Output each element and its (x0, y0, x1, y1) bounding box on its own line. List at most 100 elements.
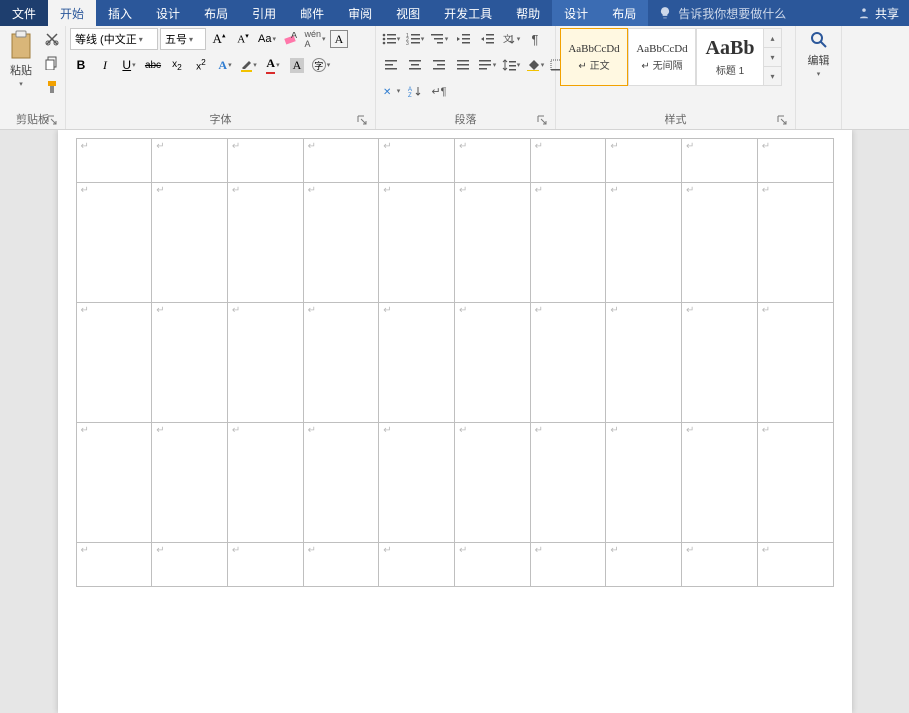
tab-help[interactable]: 帮助 (504, 0, 552, 26)
style-nospacing[interactable]: AaBbCcDd ↵ 无间隔 (628, 28, 696, 86)
table-cell[interactable]: ↵ (606, 303, 682, 423)
snap-to-grid-button[interactable]: ✕ (380, 80, 402, 102)
table-cell[interactable]: ↵ (303, 543, 379, 587)
table-cell[interactable]: ↵ (379, 423, 455, 543)
table-cell[interactable]: ↵ (454, 139, 530, 183)
table-cell[interactable]: ↵ (76, 139, 152, 183)
table-cell[interactable]: ↵ (76, 303, 152, 423)
table-cell[interactable]: ↵ (682, 139, 758, 183)
table-cell[interactable]: ↵ (454, 303, 530, 423)
gallery-row-down[interactable]: ▾ (764, 48, 781, 67)
table-cell[interactable]: ↵ (379, 303, 455, 423)
table-cell[interactable]: ↵ (757, 423, 833, 543)
table-cell[interactable]: ↵ (303, 183, 379, 303)
table-cell[interactable]: ↵ (227, 423, 303, 543)
table-cell[interactable]: ↵ (76, 543, 152, 587)
font-size-dropdown[interactable]: 五号▾ (160, 28, 206, 50)
table-cell[interactable]: ↵ (227, 183, 303, 303)
table-cell[interactable]: ↵ (454, 423, 530, 543)
multilevel-button[interactable] (428, 28, 450, 50)
clipboard-dialog-launcher[interactable] (47, 115, 59, 127)
align-distribute-button[interactable] (476, 54, 498, 76)
table-cell[interactable]: ↵ (682, 183, 758, 303)
show-all-button[interactable]: ↵¶ (428, 80, 450, 102)
tab-table-layout[interactable]: 布局 (600, 0, 648, 26)
show-marks-button[interactable]: ¶ (524, 28, 546, 50)
tab-view[interactable]: 视图 (384, 0, 432, 26)
align-right-button[interactable] (428, 54, 450, 76)
highlight-button[interactable] (238, 54, 260, 76)
font-name-dropdown[interactable]: 等线 (中文正▾ (70, 28, 158, 50)
tab-file[interactable]: 文件 (0, 0, 48, 26)
table-cell[interactable]: ↵ (757, 139, 833, 183)
tab-references[interactable]: 引用 (240, 0, 288, 26)
tab-design[interactable]: 设计 (144, 0, 192, 26)
table-cell[interactable]: ↵ (303, 423, 379, 543)
table-cell[interactable]: ↵ (757, 303, 833, 423)
share-button[interactable]: 共享 (847, 0, 909, 26)
align-center-button[interactable] (404, 54, 426, 76)
grow-font-button[interactable]: A▴ (208, 28, 230, 50)
tab-home[interactable]: 开始 (48, 0, 96, 26)
shrink-font-button[interactable]: A▾ (232, 28, 254, 50)
table-cell[interactable]: ↵ (152, 183, 228, 303)
paste-button[interactable]: 粘贴 ▾ (4, 28, 38, 90)
tab-mail[interactable]: 邮件 (288, 0, 336, 26)
copy-button[interactable] (41, 52, 63, 74)
italic-button[interactable]: I (94, 54, 116, 76)
table-cell[interactable]: ↵ (757, 183, 833, 303)
char-border-button[interactable]: A (328, 28, 350, 50)
document-area[interactable]: ↵↵↵↵↵↵↵↵↵↵↵↵↵↵↵↵↵↵↵↵↵↵↵↵↵↵↵↵↵↵↵↵↵↵↵↵↵↵↵↵… (0, 130, 909, 713)
table-cell[interactable]: ↵ (379, 183, 455, 303)
table-cell[interactable]: ↵ (227, 543, 303, 587)
char-shading-button[interactable]: A (286, 54, 308, 76)
table-cell[interactable]: ↵ (152, 139, 228, 183)
table-cell[interactable]: ↵ (530, 543, 606, 587)
bold-button[interactable]: B (70, 54, 92, 76)
font-color-button[interactable]: A (262, 54, 284, 76)
style-normal[interactable]: AaBbCcDd ↵ 正文 (560, 28, 628, 86)
table-cell[interactable]: ↵ (530, 303, 606, 423)
table-cell[interactable]: ↵ (76, 183, 152, 303)
table-cell[interactable]: ↵ (606, 139, 682, 183)
style-heading1[interactable]: AaBb 标题 1 (696, 28, 764, 86)
bullets-button[interactable] (380, 28, 402, 50)
table-cell[interactable]: ↵ (303, 139, 379, 183)
table-cell[interactable]: ↵ (454, 183, 530, 303)
tab-layout[interactable]: 布局 (192, 0, 240, 26)
table-cell[interactable]: ↵ (227, 139, 303, 183)
paragraph-dialog-launcher[interactable] (537, 115, 549, 127)
clear-formatting-button[interactable]: A (280, 28, 302, 50)
table-cell[interactable]: ↵ (682, 303, 758, 423)
tab-table-design[interactable]: 设计 (552, 0, 600, 26)
align-justify-button[interactable] (452, 54, 474, 76)
align-left-button[interactable] (380, 54, 402, 76)
font-dialog-launcher[interactable] (357, 115, 369, 127)
table-cell[interactable]: ↵ (530, 183, 606, 303)
table-cell[interactable]: ↵ (227, 303, 303, 423)
text-effects-button[interactable]: A (214, 54, 236, 76)
cut-button[interactable] (41, 28, 63, 50)
table-cell[interactable]: ↵ (152, 423, 228, 543)
table-cell[interactable]: ↵ (606, 423, 682, 543)
table-cell[interactable]: ↵ (303, 303, 379, 423)
table-cell[interactable]: ↵ (454, 543, 530, 587)
sort-button[interactable]: AZ (404, 80, 426, 102)
superscript-button[interactable]: x2 (190, 54, 212, 76)
table-cell[interactable]: ↵ (152, 543, 228, 587)
tell-me-search[interactable]: 告诉我你想要做什么 (648, 0, 847, 26)
tab-review[interactable]: 审阅 (336, 0, 384, 26)
table-cell[interactable]: ↵ (606, 183, 682, 303)
line-spacing-button[interactable] (500, 54, 522, 76)
gallery-row-up[interactable]: ▴ (764, 29, 781, 48)
numbering-button[interactable]: 123 (404, 28, 426, 50)
text-direction-button[interactable]: 文 (500, 28, 522, 50)
tab-insert[interactable]: 插入 (96, 0, 144, 26)
phonetic-guide-button[interactable]: wénA (304, 28, 326, 50)
styles-dialog-launcher[interactable] (777, 115, 789, 127)
table-cell[interactable]: ↵ (682, 543, 758, 587)
document-table[interactable]: ↵↵↵↵↵↵↵↵↵↵↵↵↵↵↵↵↵↵↵↵↵↵↵↵↵↵↵↵↵↵↵↵↵↵↵↵↵↵↵↵… (76, 138, 834, 587)
subscript-button[interactable]: x2 (166, 54, 188, 76)
table-cell[interactable]: ↵ (379, 139, 455, 183)
table-cell[interactable]: ↵ (76, 423, 152, 543)
